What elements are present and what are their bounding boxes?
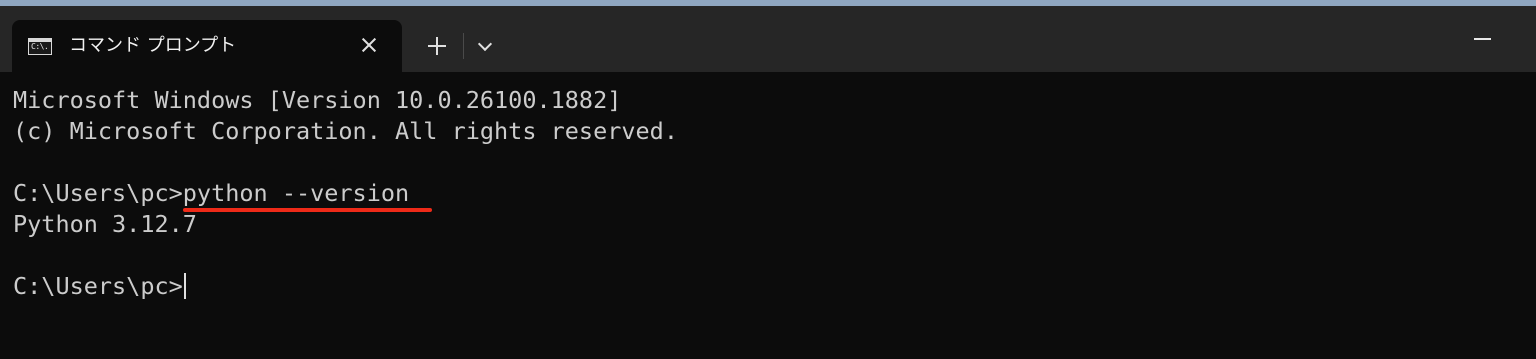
desktop-edge [0, 0, 1536, 6]
minimize-icon[interactable] [1456, 22, 1510, 54]
terminal-window: C:\. コマンド プロンプト Microsoft Windows [Versi… [0, 0, 1536, 359]
annotation-underline [183, 208, 432, 212]
tab-divider [463, 33, 464, 59]
plus-icon[interactable] [420, 30, 454, 62]
title-bar: C:\. コマンド プロンプト [0, 0, 1536, 72]
prompt-text: C:\Users\pc> [13, 272, 183, 300]
tab-command-prompt[interactable]: C:\. コマンド プロンプト [12, 20, 402, 72]
close-icon[interactable] [354, 30, 384, 60]
terminal-line: Python 3.12.7 [13, 210, 197, 238]
terminal-line: Microsoft Windows [Version 10.0.26100.18… [13, 86, 622, 114]
tab-title: コマンド プロンプト [69, 35, 237, 56]
terminal-line: C:\Users\pc>python --version [13, 179, 410, 207]
terminal-prompt-line[interactable]: C:\Users\pc> [13, 271, 186, 302]
terminal-output[interactable]: Microsoft Windows [Version 10.0.26100.18… [0, 72, 1536, 359]
text-cursor [183, 273, 186, 299]
cmd-icon-glyph: C:\. [31, 42, 49, 51]
terminal-line: (c) Microsoft Corporation. All rights re… [13, 117, 678, 145]
chevron-down-icon[interactable] [470, 30, 500, 62]
cmd-icon: C:\. [28, 38, 52, 55]
